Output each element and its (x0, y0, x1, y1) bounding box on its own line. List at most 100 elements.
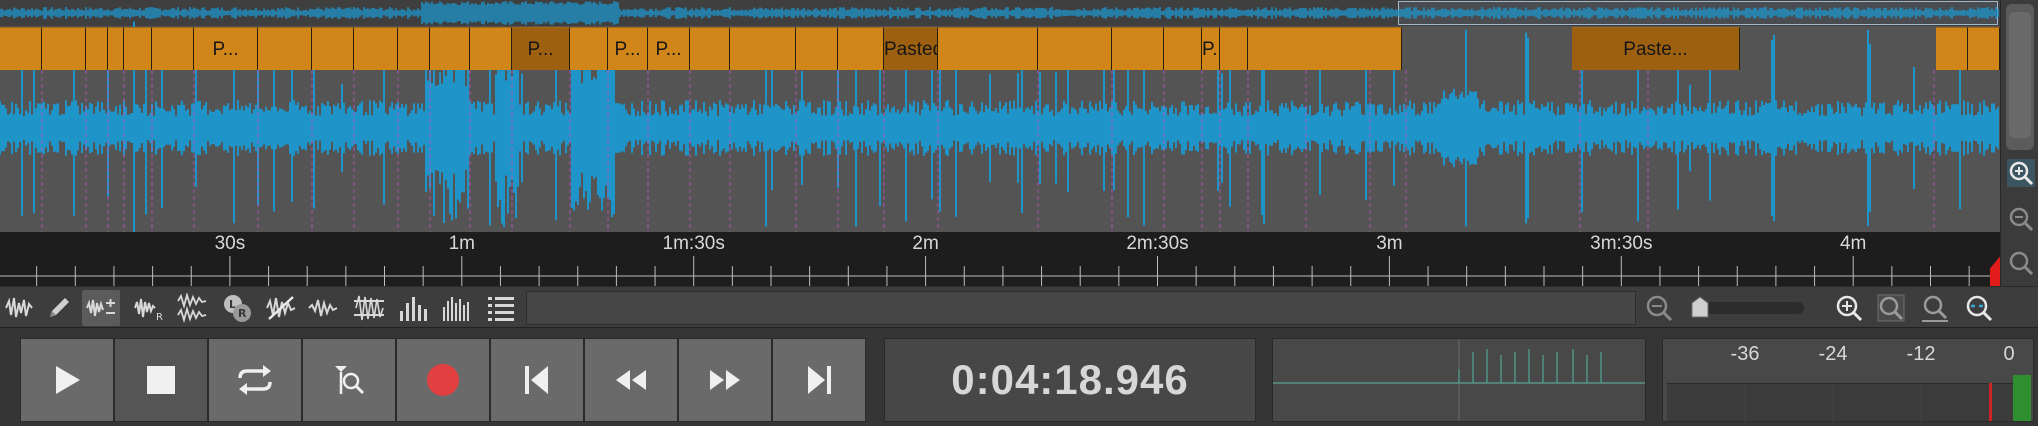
zoom-out-horizontal-icon (1646, 295, 1673, 322)
audio-clip[interactable] (838, 27, 884, 70)
multi-effect-tool-button[interactable] (174, 290, 212, 326)
meter-label-minus-24: -24 (1818, 343, 1848, 365)
audio-clip[interactable] (1038, 27, 1112, 70)
zoom-fit-horizontal-icon (1922, 295, 1948, 322)
zoom-in-horizontal-button[interactable] (1830, 290, 1868, 326)
zoom-to-selection-button[interactable] (1872, 290, 1910, 326)
no-edit-tool-icon (266, 296, 296, 320)
oscilloscope-trace (1273, 339, 1645, 421)
audio-clip[interactable]: Paste... (1572, 27, 1740, 70)
audio-clip[interactable]: P... (512, 27, 570, 70)
multi-effect-tool-icon (177, 293, 207, 323)
ruler-label: 3m:30s (1590, 233, 1653, 254)
audio-clip[interactable] (124, 27, 152, 70)
go-to-end-button[interactable] (772, 338, 866, 422)
ruler-label: 2m (912, 233, 939, 254)
zoom-in-vertical-icon (2007, 159, 2035, 187)
meter-level-indicator (2013, 375, 2031, 421)
scrub-button[interactable] (302, 338, 396, 422)
audio-clip[interactable]: P... (608, 27, 648, 70)
normalize-tool-button[interactable] (304, 290, 342, 326)
record-button[interactable] (396, 338, 490, 422)
time-display: 0:04:18.946 (951, 356, 1189, 403)
oscilloscope-panel (1272, 338, 1646, 422)
audio-clip[interactable] (258, 27, 312, 70)
zoom-in-vertical-button[interactable] (2006, 158, 2036, 188)
meter-label-minus-12: -12 (1906, 343, 1936, 365)
svg-text:R: R (156, 312, 163, 322)
audio-clip[interactable] (796, 27, 838, 70)
pencil-tool-button[interactable] (40, 290, 78, 326)
track-list-icon (488, 297, 514, 321)
zoom-toggle-icon (1966, 295, 1993, 322)
zoom-to-selection-icon (1877, 294, 1905, 322)
audio-clip[interactable] (108, 27, 124, 70)
loop-button[interactable] (208, 338, 302, 422)
spectrum-tool-icon (400, 297, 427, 321)
noise-tool-button[interactable] (350, 290, 388, 326)
fast-forward-button[interactable] (678, 338, 772, 422)
effect-r-tool-icon: R (134, 298, 163, 322)
time-ruler[interactable]: 30s 1m 1m:30s 2m 2m:30s 3m 3m:30s 4m (0, 232, 2000, 286)
audio-clip[interactable] (1248, 27, 1402, 70)
audio-clip[interactable] (0, 27, 42, 70)
zoom-toggle-button[interactable] (1960, 290, 1998, 326)
waveform-editor[interactable]: P...P...P...P...Pasted...P...Paste... (0, 0, 2000, 232)
audio-clip[interactable] (470, 27, 512, 70)
audio-clip[interactable] (312, 27, 354, 70)
ruler-label: 1m:30s (662, 233, 725, 254)
effect-r-tool-button[interactable]: R (130, 290, 168, 326)
slider-thumb-icon (1691, 296, 1709, 318)
waveform-tool-icon (5, 297, 33, 318)
pencil-tool-icon (50, 298, 69, 317)
audio-clip[interactable] (1936, 27, 1968, 70)
no-edit-tool-button[interactable] (262, 290, 300, 326)
audio-clip[interactable] (86, 27, 108, 70)
vertical-scrollbar[interactable] (2006, 4, 2034, 150)
spectrum-tool-button[interactable] (394, 290, 432, 326)
go-to-start-button[interactable] (490, 338, 584, 422)
play-button[interactable] (20, 338, 114, 422)
audio-clip[interactable] (1220, 27, 1248, 70)
clip-row[interactable]: P...P...P...P...Pasted...P...Paste... (0, 27, 2000, 70)
waveform-tool-button[interactable] (0, 290, 38, 326)
left-right-channel-button[interactable]: LR (218, 290, 256, 326)
audio-clip[interactable] (398, 27, 430, 70)
zoom-out-horizontal-button[interactable] (1640, 290, 1678, 326)
zoom-fit-horizontal-button[interactable] (1916, 290, 1954, 326)
time-display-panel[interactable]: 0:04:18.946 (884, 338, 1256, 422)
audio-clip[interactable] (430, 27, 470, 70)
tool-bar-spacer (526, 291, 1636, 325)
vertical-scrollbar-thumb[interactable] (2009, 12, 2031, 138)
zoom-fit-vertical-button[interactable] (2006, 248, 2036, 278)
stop-button[interactable] (114, 338, 208, 422)
zoom-fit-vertical-icon (2009, 251, 2034, 276)
rewind-button[interactable] (584, 338, 678, 422)
audio-clip[interactable] (938, 27, 1038, 70)
spectrogram-tool-button[interactable] (438, 290, 476, 326)
audio-editor-window: P...P...P...P...Pasted...P...Paste... 30… (0, 0, 2038, 426)
audio-clip[interactable] (690, 27, 730, 70)
record-icon (427, 364, 459, 396)
audio-clip[interactable]: Pasted... (884, 27, 938, 70)
audio-clip[interactable] (42, 27, 86, 70)
audio-clip[interactable] (354, 27, 398, 70)
audio-clip[interactable]: P... (648, 27, 690, 70)
audio-clip[interactable]: P... (194, 27, 258, 70)
audio-clip[interactable] (570, 27, 608, 70)
ruler-ticks (0, 256, 2000, 286)
zoom-out-vertical-button[interactable] (2006, 204, 2036, 234)
track-list-button[interactable] (482, 290, 520, 326)
meter-bar (1667, 383, 2029, 422)
left-right-channel-icon: LR (224, 295, 251, 322)
zoom-out-vertical-icon (2009, 207, 2034, 232)
audio-clip[interactable] (1112, 27, 1164, 70)
meter-label-0: 0 (2003, 343, 2015, 365)
audio-clip[interactable] (1968, 27, 2000, 70)
horizontal-zoom-slider-thumb[interactable] (1690, 295, 1710, 319)
audio-clip[interactable]: P... (1202, 27, 1220, 70)
audio-clip[interactable] (730, 27, 796, 70)
audio-clip[interactable] (152, 27, 194, 70)
audio-clip[interactable] (1164, 27, 1202, 70)
gain-tool-button[interactable] (82, 290, 120, 326)
